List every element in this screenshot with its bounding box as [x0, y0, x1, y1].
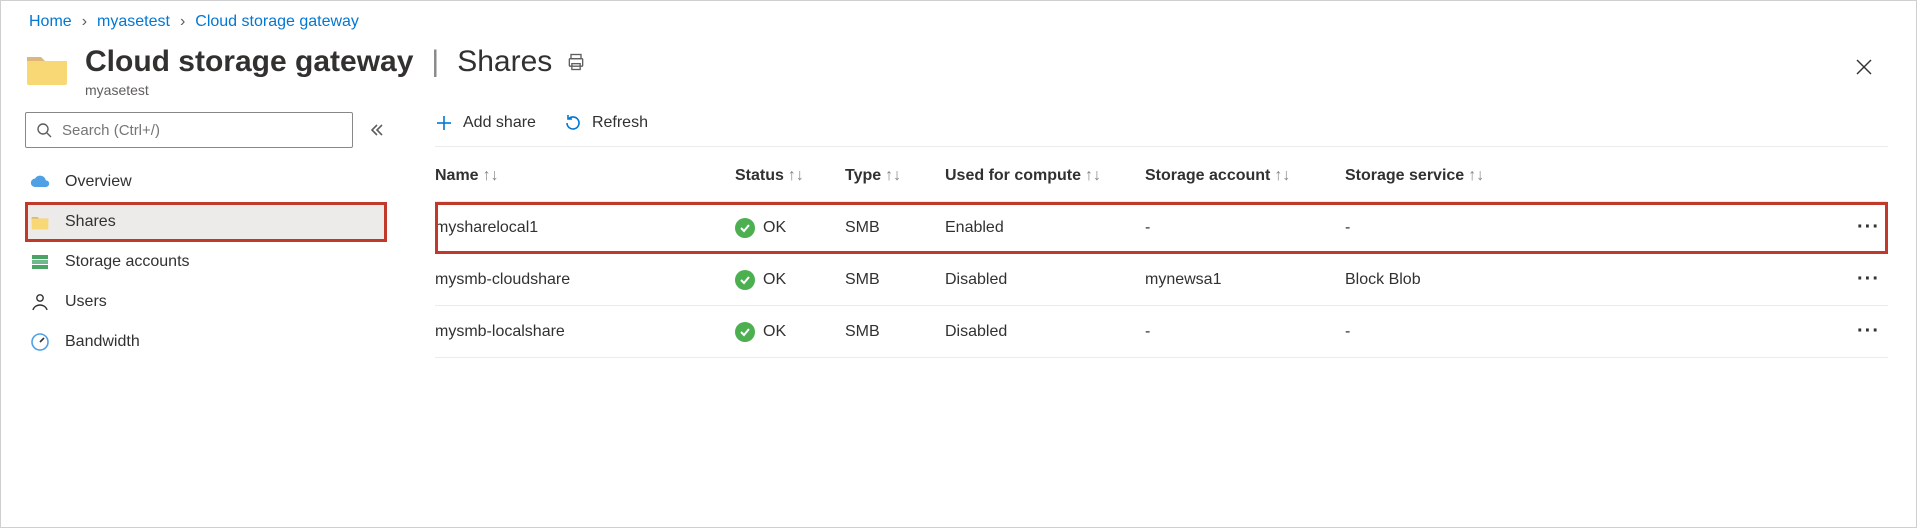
- chevron-right-icon: ›: [82, 13, 87, 31]
- refresh-button[interactable]: Refresh: [564, 114, 648, 132]
- table-row[interactable]: mysmb-localshareOKSMBDisabled--···: [435, 306, 1888, 358]
- sidebar-item-bandwidth[interactable]: Bandwidth: [25, 322, 387, 362]
- collapse-sidebar-button[interactable]: [367, 123, 387, 137]
- col-type[interactable]: Type↑↓: [845, 151, 945, 202]
- status-ok-icon: [735, 322, 755, 342]
- search-icon: [36, 122, 52, 138]
- chevron-right-icon: ›: [180, 13, 185, 31]
- bandwidth-icon: [29, 332, 51, 352]
- refresh-icon: [564, 114, 582, 132]
- sidebar-item-shares[interactable]: Shares: [25, 202, 387, 242]
- blade-header: Cloud storage gateway | Shares myasetest: [1, 35, 1916, 104]
- sidebar: Overview Shares Storage accounts Users Bandw…: [25, 104, 395, 362]
- cell-type: SMB: [845, 254, 945, 306]
- breadcrumb-home[interactable]: Home: [29, 13, 72, 31]
- cell-name: mysharelocal1: [435, 202, 735, 254]
- row-more-button[interactable]: ···: [1828, 202, 1888, 254]
- table-row[interactable]: mysmb-cloudshareOKSMBDisabledmynewsa1Blo…: [435, 254, 1888, 306]
- close-button[interactable]: [1848, 51, 1880, 83]
- page-title-sub: Shares: [457, 45, 552, 78]
- cell-storage-service: -: [1345, 202, 1828, 254]
- content: Add share Refresh Name↑↓ Status↑↓ Type↑↓…: [395, 104, 1916, 362]
- folder-icon: [25, 51, 69, 87]
- cell-name: mysmb-localshare: [435, 306, 735, 358]
- folder-icon: [29, 212, 51, 232]
- sidebar-item-overview[interactable]: Overview: [25, 162, 387, 202]
- sidebar-nav: Overview Shares Storage accounts Users Bandw…: [25, 162, 387, 362]
- sidebar-item-users[interactable]: Users: [25, 282, 387, 322]
- sidebar-item-label: Users: [65, 293, 107, 311]
- cell-status: OK: [735, 202, 845, 254]
- cell-status: OK: [735, 254, 845, 306]
- cell-storage-account: -: [1145, 202, 1345, 254]
- search-input[interactable]: [60, 121, 342, 140]
- storage-icon: [29, 252, 51, 272]
- sidebar-item-storage-accounts[interactable]: Storage accounts: [25, 242, 387, 282]
- add-share-button[interactable]: Add share: [435, 114, 536, 132]
- page-title-main: Cloud storage gateway: [85, 45, 413, 78]
- cell-used: Disabled: [945, 306, 1145, 358]
- cell-storage-account: -: [1145, 306, 1345, 358]
- row-more-button[interactable]: ···: [1828, 254, 1888, 306]
- breadcrumb-blade[interactable]: Cloud storage gateway: [195, 13, 359, 31]
- breadcrumb: Home › myasetest › Cloud storage gateway: [1, 1, 1916, 35]
- cell-status: OK: [735, 306, 845, 358]
- toolbar: Add share Refresh: [435, 104, 1888, 146]
- print-button[interactable]: [566, 52, 586, 72]
- cell-storage-service: -: [1345, 306, 1828, 358]
- cell-used: Disabled: [945, 254, 1145, 306]
- row-more-button[interactable]: ···: [1828, 306, 1888, 358]
- cell-used: Enabled: [945, 202, 1145, 254]
- refresh-label: Refresh: [592, 114, 648, 132]
- sidebar-search[interactable]: [25, 112, 353, 148]
- status-ok-icon: [735, 270, 755, 290]
- sidebar-item-label: Bandwidth: [65, 333, 140, 351]
- page-title: Cloud storage gateway | Shares: [85, 45, 586, 78]
- col-svc[interactable]: Storage service↑↓: [1345, 151, 1828, 202]
- col-sa[interactable]: Storage account↑↓: [1145, 151, 1345, 202]
- plus-icon: [435, 114, 453, 132]
- cell-storage-account: mynewsa1: [1145, 254, 1345, 306]
- sidebar-item-label: Storage accounts: [65, 253, 190, 271]
- status-ok-icon: [735, 218, 755, 238]
- sidebar-item-label: Overview: [65, 173, 132, 191]
- title-separator: |: [427, 45, 443, 78]
- table-row[interactable]: mysharelocal1OKSMBEnabled--···: [435, 202, 1888, 254]
- page-subtitle: myasetest: [85, 82, 586, 98]
- col-name[interactable]: Name↑↓: [435, 151, 735, 202]
- cell-name: mysmb-cloudshare: [435, 254, 735, 306]
- cloud-icon: [29, 172, 51, 192]
- shares-table: Name↑↓ Status↑↓ Type↑↓ Used for compute↑…: [435, 151, 1888, 358]
- cell-type: SMB: [845, 202, 945, 254]
- col-used[interactable]: Used for compute↑↓: [945, 151, 1145, 202]
- col-status[interactable]: Status↑↓: [735, 151, 845, 202]
- sidebar-item-label: Shares: [65, 213, 116, 231]
- add-share-label: Add share: [463, 114, 536, 132]
- cell-type: SMB: [845, 306, 945, 358]
- breadcrumb-resource[interactable]: myasetest: [97, 13, 170, 31]
- cell-storage-service: Block Blob: [1345, 254, 1828, 306]
- user-icon: [29, 292, 51, 312]
